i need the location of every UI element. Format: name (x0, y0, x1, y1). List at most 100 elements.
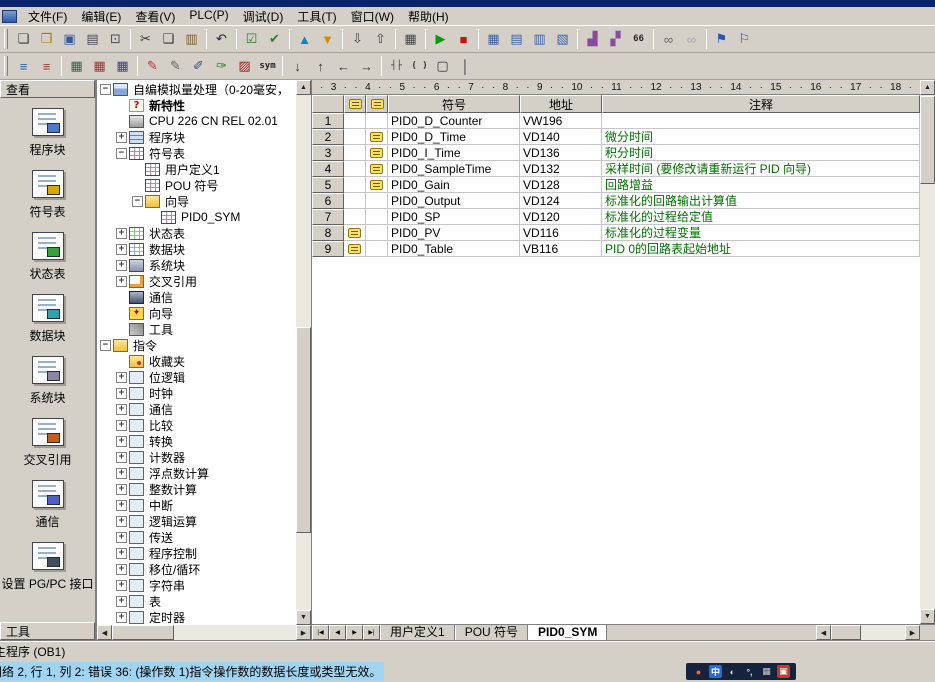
tree-item-logical-operations[interactable]: +逻辑运算 (97, 513, 296, 529)
menu-item-2[interactable]: 编辑(E) (74, 7, 128, 26)
address-cell[interactable]: VD132 (520, 161, 602, 177)
address-cell[interactable]: VB116 (520, 241, 602, 257)
tree-item-counters[interactable]: +计数器 (97, 449, 296, 465)
address-cell[interactable]: VD128 (520, 177, 602, 193)
sheet-tab-3[interactable]: PID0_SYM (528, 625, 607, 640)
symbol-cell[interactable]: PID0_SampleTime (388, 161, 520, 177)
row-number-cell[interactable]: 7 (312, 209, 344, 225)
open-project-icon[interactable]: ❒ (35, 28, 58, 50)
marker-cell-2[interactable] (366, 241, 388, 257)
tree-item-favorites[interactable]: 收藏夹 (97, 353, 296, 369)
comment-cell[interactable]: 采样时间 (要修改请重新运行 PID 向导) (602, 161, 920, 177)
run-mode-icon[interactable]: ▶ (429, 28, 452, 50)
comment-cell[interactable]: 标准化的回路输出计算值 (602, 193, 920, 209)
comment-cell[interactable]: PID 0的回路表起始地址 (602, 241, 920, 257)
marker-cell-2[interactable] (366, 177, 388, 193)
tree-item-bit-logic[interactable]: +位逻辑 (97, 369, 296, 385)
tree-expand-toggle[interactable]: + (116, 276, 127, 287)
tree-item-interrupt[interactable]: +中断 (97, 497, 296, 513)
symbol-column-header[interactable]: 符号 (388, 95, 520, 113)
last-tab-button[interactable]: ▶| (363, 625, 380, 640)
new-file-icon[interactable]: ❏ (12, 28, 35, 50)
marker-cell-2[interactable] (366, 225, 388, 241)
options-icon[interactable]: ▦ (399, 28, 422, 50)
tree-expand-toggle[interactable]: + (116, 548, 127, 559)
compile-all-icon[interactable]: ✔ (263, 28, 286, 50)
tree-item-instructions[interactable]: −指令 (97, 337, 296, 353)
app-icon[interactable] (2, 10, 17, 23)
unforce-icon[interactable]: ✎ (164, 55, 187, 77)
address-cell[interactable]: VD136 (520, 145, 602, 161)
marker-cell-1[interactable] (344, 177, 366, 193)
tree-expand-toggle[interactable]: + (116, 500, 127, 511)
marker-cell-1[interactable] (344, 113, 366, 129)
scroll-left-button[interactable]: ◀ (816, 625, 831, 640)
comment-cell[interactable]: 标准化的过程给定值 (602, 209, 920, 225)
menu-item-3[interactable]: 查看(V) (128, 7, 182, 26)
sort-descending-icon[interactable]: ⇧ (369, 28, 392, 50)
undo-icon[interactable]: ↶ (210, 28, 233, 50)
tree-item-wizards[interactable]: ✦向导 (97, 305, 296, 321)
next-tab-button[interactable]: ▶ (346, 625, 363, 640)
scroll-down-button[interactable]: ▼ (296, 610, 311, 625)
print-icon[interactable]: ▤ (81, 28, 104, 50)
unlink-icon[interactable]: ∞ (680, 28, 703, 50)
tree-expand-toggle[interactable]: + (116, 388, 127, 399)
address-column-header[interactable]: 地址 (520, 95, 602, 113)
line-up-icon[interactable]: ↑ (309, 55, 332, 77)
address-cell[interactable]: VD140 (520, 129, 602, 145)
sheet-tab-2[interactable]: POU 符号 (455, 625, 528, 640)
compile-icon[interactable]: ☑ (240, 28, 263, 50)
prev-tab-button[interactable]: ◀ (329, 625, 346, 640)
tree-expand-toggle[interactable]: + (116, 452, 127, 463)
chinese-english-toggle-icon[interactable]: 中 (709, 665, 722, 678)
marker-cell-2[interactable] (366, 161, 388, 177)
view-bar-header[interactable]: 查看 (0, 80, 95, 98)
menu-item-6[interactable]: 工具(T) (290, 7, 343, 26)
chart-status-pause-icon[interactable]: ▞ (604, 28, 627, 50)
scroll-right-button[interactable]: ▶ (296, 625, 311, 640)
tree-expand-toggle[interactable]: + (116, 244, 127, 255)
sort-ascending-icon[interactable]: ⇩ (346, 28, 369, 50)
tree-collapse-toggle[interactable]: − (116, 148, 127, 159)
toolbar-grip[interactable] (4, 56, 8, 76)
tree-expand-toggle[interactable]: + (116, 468, 127, 479)
box-instruction-icon[interactable]: ▢ (431, 55, 454, 77)
tree-item-wizard-folder[interactable]: −向导 (97, 193, 296, 209)
address-cell[interactable]: VD120 (520, 209, 602, 225)
tree-item-data-block[interactable]: +数据块 (97, 241, 296, 257)
scroll-track[interactable] (920, 95, 935, 609)
force-icon[interactable]: ✎ (141, 55, 164, 77)
table-horizontal-scrollbar[interactable]: ◀ ▶ (816, 625, 920, 640)
bookmark-toggle-icon[interactable]: ⚑ (710, 28, 733, 50)
address-cell[interactable]: VD124 (520, 193, 602, 209)
tree-collapse-toggle[interactable]: − (100, 340, 111, 351)
scroll-right-button[interactable]: ▶ (905, 625, 920, 640)
force-table-icon[interactable]: ▨ (233, 55, 256, 77)
tree-item-tools[interactable]: 工具 (97, 321, 296, 337)
tree-item-integer-math[interactable]: +整数计算 (97, 481, 296, 497)
punctuation-icon[interactable]: °, (743, 665, 756, 678)
tree-item-shift-rotate[interactable]: +移位/循环 (97, 561, 296, 577)
marker-cell-1[interactable] (344, 129, 366, 145)
row-number-cell[interactable]: 8 (312, 225, 344, 241)
delete-row-icon[interactable]: ▦ (88, 55, 111, 77)
marker-cell-2[interactable] (366, 145, 388, 161)
symbol-cell[interactable]: PID0_D_Counter (388, 113, 520, 129)
symbol-cell[interactable]: PID0_Table (388, 241, 520, 257)
address-cell[interactable]: VW196 (520, 113, 602, 129)
link-icon[interactable]: ∞ (657, 28, 680, 50)
symbol-cell[interactable]: PID0_I_Time (388, 145, 520, 161)
tree-expand-toggle[interactable]: + (116, 580, 127, 591)
tree-item-user-defined-1[interactable]: 用户定义1 (97, 161, 296, 177)
sheet-tab-1[interactable]: 用户定义1 (380, 625, 455, 640)
row-header-corner[interactable] (312, 95, 344, 113)
tree-expand-toggle[interactable]: + (116, 260, 127, 271)
tree-item-convert[interactable]: +转换 (97, 433, 296, 449)
menu-item-7[interactable]: 窗口(W) (344, 7, 401, 26)
table-vertical-scrollbar[interactable]: ▲ ▼ (920, 80, 935, 624)
tree-item-clock[interactable]: +时钟 (97, 385, 296, 401)
download-icon[interactable]: ▼ (316, 28, 339, 50)
marker-cell-1[interactable] (344, 193, 366, 209)
tree-item-string[interactable]: +字符串 (97, 577, 296, 593)
